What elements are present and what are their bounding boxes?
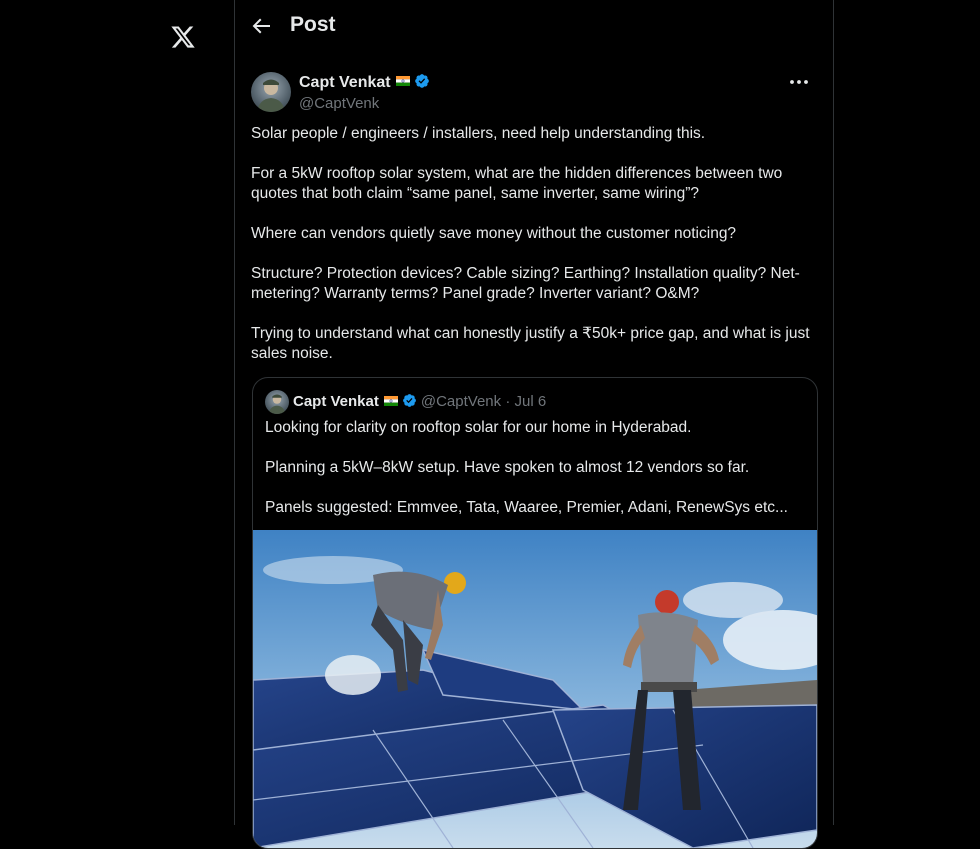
more-dots-icon[interactable] [787,72,811,92]
x-logo-icon[interactable] [170,24,196,50]
quoted-meta: @CaptVenk · Jul 6 [420,393,547,410]
quoted-post-text: Looking for clarity on rooftop solar for… [265,418,805,538]
page-title: Post [290,13,336,36]
post-paragraph: Trying to understand what can honestly j… [251,325,810,362]
post-text: Solar people / engineers / installers, n… [251,124,819,384]
left-rail [0,0,234,825]
quoted-author-name: Capt Venkat [293,393,379,410]
post-header: Post [235,0,833,53]
post-paragraph: Solar people / engineers / installers, n… [251,125,706,142]
india-flag-icon [383,395,398,406]
quoted-paragraph: Planning a 5kW–8kW setup. Have spoken to… [265,459,750,476]
post-column: Post Capt Venkat @CaptVenk Solar people … [234,0,834,849]
quoted-post-image[interactable] [253,530,817,848]
quoted-author-line: Capt Venkat @CaptVenk · Jul 6 [293,393,546,410]
author-name-container[interactable]: Capt Venkat [299,74,430,92]
india-flag-icon [395,76,410,87]
post-paragraph: Structure? Protection devices? Cable siz… [251,265,800,302]
post-author: Capt Venkat @CaptVenk [251,72,817,116]
quoted-paragraph: Looking for clarity on rooftop solar for… [265,419,692,436]
verified-badge-icon [402,394,416,407]
quoted-avatar [265,390,289,414]
avatar[interactable] [251,72,291,112]
quoted-paragraph: Panels suggested: Emmvee, Tata, Waaree, … [265,499,788,516]
back-arrow-icon[interactable] [249,14,273,38]
verified-badge-icon [414,74,429,89]
author-name[interactable]: Capt Venkat [299,74,391,91]
quoted-post[interactable]: Capt Venkat @CaptVenk · Jul 6 Looking for… [252,377,818,849]
author-handle[interactable]: @CaptVenk [299,95,379,112]
post-paragraph: For a 5kW rooftop solar system, what are… [251,165,783,202]
post-paragraph: Where can vendors quietly save money wit… [251,225,737,242]
